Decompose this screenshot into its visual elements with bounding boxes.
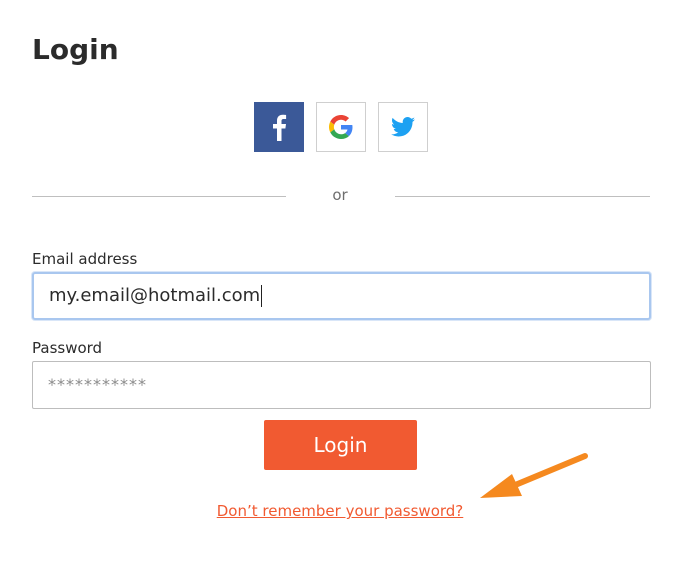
email-value: my.email@hotmail.com	[49, 285, 261, 306]
annotation-arrow-icon	[480, 453, 588, 498]
login-button[interactable]: Login	[264, 420, 417, 470]
password-label: Password	[32, 339, 103, 357]
facebook-login-button[interactable]	[254, 102, 304, 152]
password-value: ***********	[48, 375, 147, 394]
email-label: Email address	[32, 250, 138, 268]
google-icon	[329, 115, 353, 139]
twitter-icon	[391, 117, 415, 137]
twitter-login-button[interactable]	[378, 102, 428, 152]
google-login-button[interactable]	[316, 102, 366, 152]
login-page: Login or Email address my.email@hotmail.…	[0, 0, 688, 580]
divider-line-right	[395, 196, 650, 197]
divider-line-left	[32, 196, 286, 197]
forgot-password-link[interactable]: Don’t remember your password?	[180, 500, 500, 522]
password-field[interactable]: ***********	[32, 361, 651, 409]
divider-or-text: or	[332, 186, 348, 204]
facebook-icon	[273, 114, 287, 141]
page-title: Login	[32, 33, 119, 66]
text-cursor	[261, 285, 263, 307]
email-field[interactable]: my.email@hotmail.com	[32, 272, 651, 320]
